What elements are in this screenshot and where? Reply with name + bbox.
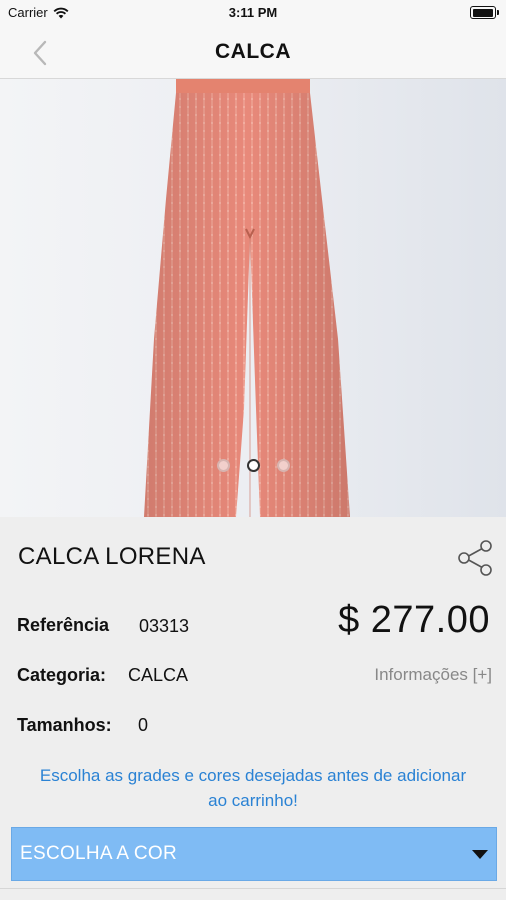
status-bar: Carrier 3:11 PM <box>0 0 506 26</box>
page-dot[interactable] <box>276 459 290 472</box>
share-icon <box>458 540 492 576</box>
product-image <box>144 79 350 517</box>
page-title: CALCA <box>215 40 291 63</box>
page-indicator[interactable] <box>0 459 506 472</box>
page-dot[interactable] <box>216 459 230 472</box>
product-image-gallery[interactable] <box>0 79 506 517</box>
sizes-label: Tamanhos: <box>17 715 112 735</box>
choose-color-label: ESCOLHA A COR <box>20 843 178 864</box>
sizes-value: 0 <box>138 715 149 735</box>
battery-icon <box>470 6 499 19</box>
status-time: 3:11 PM <box>228 5 278 20</box>
product-price: $ 277.00 <box>338 599 490 641</box>
category-value: CALCA <box>128 665 189 685</box>
reference-label: Referência <box>17 615 110 635</box>
choose-color-dropdown[interactable]: ESCOLHA A COR <box>11 827 497 881</box>
product-details: CALCA LORENA Referência 03313 $ 277.00 C… <box>0 517 506 900</box>
product-name: CALCA LORENA <box>18 543 206 570</box>
caret-down-icon <box>472 850 488 859</box>
divider <box>0 888 506 889</box>
navigation-bar: CALCA <box>0 26 506 79</box>
share-button[interactable] <box>456 539 494 577</box>
reference-value: 03313 <box>139 616 190 636</box>
category-label: Categoria: <box>17 665 107 685</box>
page-dot-active[interactable] <box>246 459 260 472</box>
more-info-link[interactable]: Informações [+] <box>374 665 492 685</box>
battery-level <box>472 8 493 17</box>
selection-notice: Escolha as grades e cores desejadas ante… <box>39 766 467 810</box>
